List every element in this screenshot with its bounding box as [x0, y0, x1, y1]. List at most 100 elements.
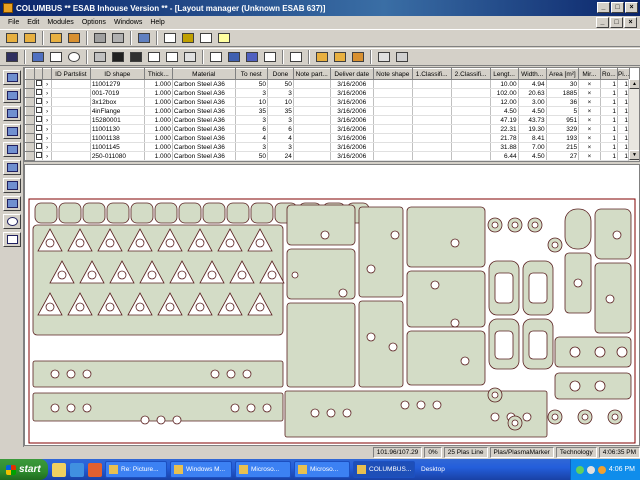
nested-part[interactable] [284, 390, 548, 438]
print-setup-icon[interactable] [393, 50, 410, 65]
nested-part[interactable] [406, 206, 486, 268]
part-hole[interactable] [105, 302, 115, 312]
app-icon[interactable] [3, 3, 13, 13]
nested-part[interactable] [358, 206, 404, 298]
row-header[interactable] [25, 106, 35, 116]
checkbox-icon[interactable] [35, 116, 42, 122]
part-hole[interactable] [255, 302, 265, 312]
row-header[interactable] [25, 88, 35, 98]
quicklaunch-media-icon[interactable] [88, 462, 102, 477]
nested-part[interactable] [564, 208, 592, 250]
nested-part[interactable] [406, 270, 486, 328]
tools-icon[interactable] [243, 50, 260, 65]
mdi-minimize-button[interactable]: _ [596, 17, 609, 28]
folder-export-icon[interactable] [349, 50, 366, 65]
part-hole[interactable] [207, 270, 217, 280]
part-hole[interactable] [416, 400, 426, 410]
part-hole[interactable] [105, 238, 115, 248]
bridge-icon[interactable] [3, 178, 21, 193]
nested-part[interactable] [82, 202, 106, 224]
start-button[interactable]: start [0, 459, 48, 480]
task-columbus[interactable]: COLUMBUS... [353, 461, 415, 478]
part-hole[interactable] [450, 238, 460, 248]
part-hole[interactable] [569, 380, 581, 392]
part-hole[interactable] [267, 270, 277, 280]
part-hole[interactable] [430, 280, 440, 290]
col-mirror[interactable]: Mir... [578, 68, 601, 80]
undo-icon[interactable] [163, 50, 180, 65]
dots-grid-icon[interactable] [91, 50, 108, 65]
zoom-icon[interactable] [65, 50, 82, 65]
row-expand[interactable]: › [42, 142, 52, 152]
part-hole[interactable] [195, 238, 205, 248]
part-hole[interactable] [45, 302, 55, 312]
open-folder-icon[interactable] [3, 31, 20, 46]
scroll-down-icon[interactable]: ▼ [629, 150, 639, 160]
nesting-canvas[interactable] [24, 164, 640, 446]
scroll-up-icon[interactable]: ▲ [629, 79, 639, 89]
help-icon[interactable] [215, 31, 232, 46]
print-icon[interactable] [375, 50, 392, 65]
part-hole[interactable] [262, 403, 272, 413]
table-row[interactable]: › 11001279 1.000 Carbon Steel A36 50 50 3/16/2… [25, 79, 631, 89]
row-check[interactable] [34, 142, 44, 152]
part-hole[interactable] [390, 230, 400, 240]
row-header[interactable] [25, 133, 35, 143]
select-area-icon[interactable] [3, 88, 21, 103]
col-to-nest[interactable]: To nest [234, 68, 268, 80]
col-classification-1[interactable]: 1.Classifi... [411, 68, 452, 80]
col-id-partslist[interactable]: ID Partslist [50, 68, 91, 80]
minimize-button[interactable]: _ [597, 2, 610, 13]
row-check[interactable] [34, 115, 44, 125]
folder-save-icon[interactable] [331, 50, 348, 65]
part-hole[interactable] [156, 415, 166, 425]
nest-layout[interactable] [25, 165, 640, 446]
lock-icon[interactable] [179, 31, 196, 46]
box-cutout[interactable] [528, 272, 548, 304]
nest-folder-icon[interactable] [65, 31, 82, 46]
row-expand[interactable]: › [42, 88, 52, 98]
checkbox-icon[interactable] [35, 152, 42, 158]
part-hole[interactable] [135, 302, 145, 312]
save-icon[interactable] [3, 50, 20, 65]
col-note-part[interactable]: Note part... [292, 68, 331, 80]
select-tool-icon[interactable] [3, 70, 21, 85]
col-note-shape[interactable]: Note shape [372, 68, 413, 80]
quicklaunch-ie-icon[interactable] [70, 462, 84, 477]
part-hole[interactable] [616, 346, 628, 358]
part-hole[interactable] [177, 270, 187, 280]
network-icon[interactable] [575, 465, 584, 474]
delete-icon[interactable] [287, 50, 304, 65]
row-expand[interactable]: › [42, 124, 52, 134]
part-hole[interactable] [82, 369, 92, 379]
box-cutout[interactable] [494, 330, 514, 360]
nested-part[interactable] [106, 202, 130, 224]
part-hole[interactable] [573, 278, 583, 288]
col-pierce[interactable]: Pi... [616, 68, 631, 80]
part-hole[interactable] [511, 221, 519, 229]
folder-open-icon[interactable] [313, 50, 330, 65]
table-row[interactable]: › 11001130 1.000 Carbon Steel A36 6 6 3/16/200… [25, 124, 631, 134]
row-check[interactable] [34, 133, 44, 143]
part-hole[interactable] [66, 403, 76, 413]
table-row[interactable]: › 001-7019 1.000 Carbon Steel A36 3 3 3/16/200… [25, 88, 631, 98]
settings-icon[interactable] [225, 50, 242, 65]
part-hole[interactable] [511, 419, 519, 427]
row-check[interactable] [34, 106, 44, 116]
nested-part[interactable] [250, 202, 274, 224]
box-cutout[interactable] [494, 272, 514, 304]
task-re-picture[interactable]: Re: Picture... [105, 461, 167, 478]
row-expand[interactable]: › [42, 151, 52, 161]
checkbox-icon[interactable] [35, 89, 42, 95]
parts-grid[interactable]: ID Partslist ID shape Thick... Material … [24, 67, 640, 162]
grid-scrollbar[interactable]: ▲ ▼ [628, 79, 639, 161]
col-classification-2[interactable]: 2.Classifi... [450, 68, 491, 80]
checkbox-icon[interactable] [35, 143, 42, 149]
col-area[interactable]: Area [m²] [545, 68, 580, 80]
part-hole[interactable] [165, 302, 175, 312]
col-deliver-date[interactable]: Deliver date [329, 68, 374, 80]
menu-options[interactable]: Options [78, 19, 110, 26]
close-button[interactable]: × [625, 2, 638, 13]
checkbox-icon[interactable] [35, 125, 42, 131]
menu-file[interactable]: File [4, 19, 23, 26]
